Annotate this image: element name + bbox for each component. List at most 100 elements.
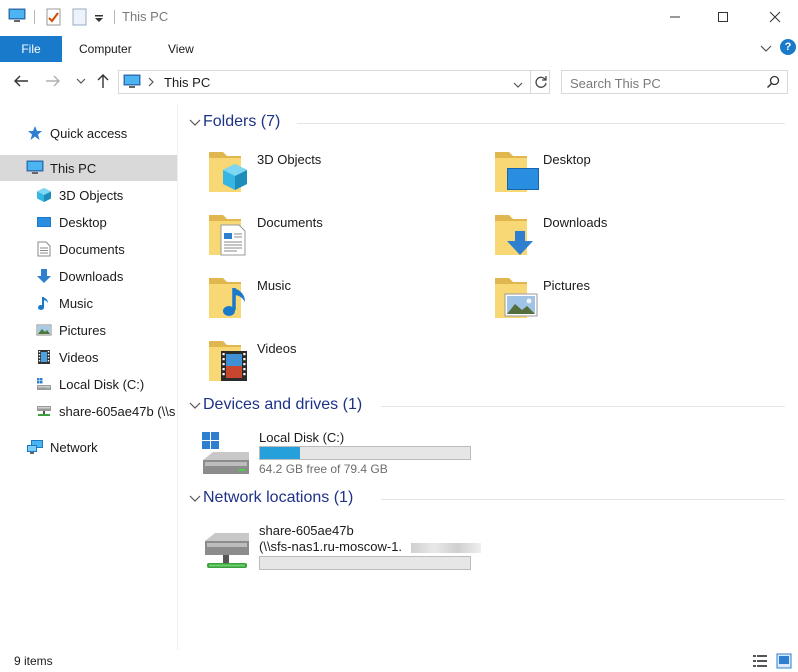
folder-label: Videos xyxy=(257,341,297,356)
tab-view[interactable]: View xyxy=(168,36,194,62)
sidebar-item-label: Documents xyxy=(59,241,125,257)
chevron-down-icon xyxy=(189,402,201,409)
network-location-share[interactable]: share-605ae47b (\\sfs-nas1.ru-moscow-1. xyxy=(199,519,499,579)
download-arrow-icon xyxy=(35,267,53,285)
maximize-button[interactable] xyxy=(700,0,746,34)
folder-downloads-icon xyxy=(495,215,533,255)
customize-toolbar-icon[interactable] xyxy=(94,12,104,27)
drive-local-disk[interactable]: Local Disk (C:) 64.2 GB free of 79.4 GB xyxy=(199,426,499,486)
folder-downloads[interactable]: Downloads xyxy=(493,209,773,265)
folder-music[interactable]: Music xyxy=(207,272,487,328)
group-title: Network locations (1) xyxy=(203,489,354,506)
folder-3d-objects[interactable]: 3D Objects xyxy=(207,146,487,202)
picture-icon xyxy=(35,321,53,339)
folder-3d-objects-icon xyxy=(209,152,247,192)
group-divider xyxy=(381,499,785,500)
help-button[interactable]: ? xyxy=(780,39,796,55)
sidebar-item-downloads[interactable]: Downloads xyxy=(0,263,177,289)
search-icon[interactable] xyxy=(766,75,780,92)
up-button[interactable] xyxy=(92,70,114,92)
sidebar-item-3d-objects[interactable]: 3D Objects xyxy=(0,182,177,208)
network-location-path: (\\sfs-nas1.ru-moscow-1. xyxy=(259,539,403,554)
minimize-icon xyxy=(670,16,680,18)
film-icon xyxy=(35,348,53,366)
sidebar-item-network[interactable]: Network xyxy=(0,434,177,460)
sidebar-item-documents[interactable]: Documents xyxy=(0,236,177,262)
up-arrow-icon xyxy=(97,74,109,88)
back-arrow-icon xyxy=(14,75,28,87)
sidebar-item-label: Downloads xyxy=(59,268,124,284)
tab-file[interactable]: File xyxy=(0,36,62,62)
sidebar-item-videos[interactable]: Videos xyxy=(0,344,177,370)
sidebar-item-quick-access[interactable]: Quick access xyxy=(0,120,177,146)
maximize-icon xyxy=(718,12,728,22)
status-bar: 9 items xyxy=(0,650,798,672)
group-divider xyxy=(381,406,785,407)
network-icon xyxy=(26,438,44,456)
title-separator xyxy=(114,10,115,24)
search-input[interactable] xyxy=(570,74,765,92)
folder-videos[interactable]: Videos xyxy=(207,335,487,391)
folder-label: Desktop xyxy=(543,152,591,167)
group-header-network-locations[interactable]: Network locations (1) xyxy=(185,487,785,511)
folder-documents[interactable]: Documents xyxy=(207,209,487,265)
sidebar-item-label: Quick access xyxy=(50,125,128,141)
sidebar-item-music[interactable]: Music xyxy=(0,290,177,316)
folder-label: Documents xyxy=(257,215,323,230)
sidebar-item-this-pc[interactable]: This PC xyxy=(0,155,177,181)
sidebar-item-label: Local Disk (C:) xyxy=(59,376,145,392)
address-separator xyxy=(530,71,531,93)
navigation-pane: Quick access This PC 3D Objects Desktop … xyxy=(0,104,178,650)
computer-icon xyxy=(26,159,44,177)
details-view-icon[interactable] xyxy=(752,653,768,669)
drive-free-space: 64.2 GB free of 79.4 GB xyxy=(259,462,388,476)
chevron-right-icon[interactable] xyxy=(147,76,155,91)
drive-icon xyxy=(202,432,249,474)
cube-icon xyxy=(35,186,53,204)
chevron-down-icon xyxy=(189,119,201,126)
sidebar-item-label: Music xyxy=(59,295,93,311)
new-folder-icon[interactable] xyxy=(72,8,88,29)
folder-music-icon xyxy=(209,278,245,318)
forward-button[interactable] xyxy=(42,70,64,92)
network-usage-bar xyxy=(259,556,471,570)
redacted-blur xyxy=(411,543,481,553)
large-icons-view-icon[interactable] xyxy=(776,653,792,669)
sidebar-item-label: 3D Objects xyxy=(59,187,124,203)
window-title: This PC xyxy=(122,9,169,24)
expand-ribbon-icon[interactable] xyxy=(760,42,772,57)
tab-computer[interactable]: Computer xyxy=(79,36,132,62)
drive-usage-bar xyxy=(259,446,471,460)
folder-desktop-icon xyxy=(495,152,539,192)
group-title: Devices and drives (1) xyxy=(203,396,363,413)
group-header-devices[interactable]: Devices and drives (1) xyxy=(185,394,785,418)
forward-arrow-icon xyxy=(46,75,60,87)
drive-usage-fill xyxy=(260,447,300,459)
address-dropdown-icon[interactable] xyxy=(513,77,523,92)
close-button[interactable] xyxy=(752,0,798,34)
chevron-down-icon xyxy=(189,495,201,502)
recent-locations-button[interactable] xyxy=(70,70,92,92)
folder-documents-icon xyxy=(209,215,246,256)
group-header-folders[interactable]: Folders (7) xyxy=(185,111,785,135)
sidebar-item-label: Pictures xyxy=(59,322,106,338)
drive-name: Local Disk (C:) xyxy=(259,430,345,445)
back-button[interactable] xyxy=(10,70,32,92)
network-location-name: share-605ae47b xyxy=(259,523,354,538)
minimize-button[interactable] xyxy=(652,0,698,34)
folder-videos-icon xyxy=(209,341,247,381)
star-icon xyxy=(26,124,44,142)
refresh-icon[interactable] xyxy=(533,74,549,93)
sidebar-item-pictures[interactable]: Pictures xyxy=(0,317,177,343)
sidebar-item-network-share[interactable]: share-605ae47b (\\s xyxy=(0,398,177,424)
address-bar[interactable]: This PC xyxy=(118,70,550,94)
folder-pictures[interactable]: Pictures xyxy=(493,272,773,328)
computer-icon xyxy=(123,74,141,93)
sidebar-item-label: Network xyxy=(50,439,98,455)
computer-icon[interactable] xyxy=(8,8,26,27)
sidebar-item-desktop[interactable]: Desktop xyxy=(0,209,177,235)
network-drive-icon xyxy=(35,402,53,420)
folder-desktop[interactable]: Desktop xyxy=(493,146,773,202)
sidebar-item-local-disk[interactable]: Local Disk (C:) xyxy=(0,371,177,397)
properties-icon[interactable] xyxy=(46,8,62,29)
